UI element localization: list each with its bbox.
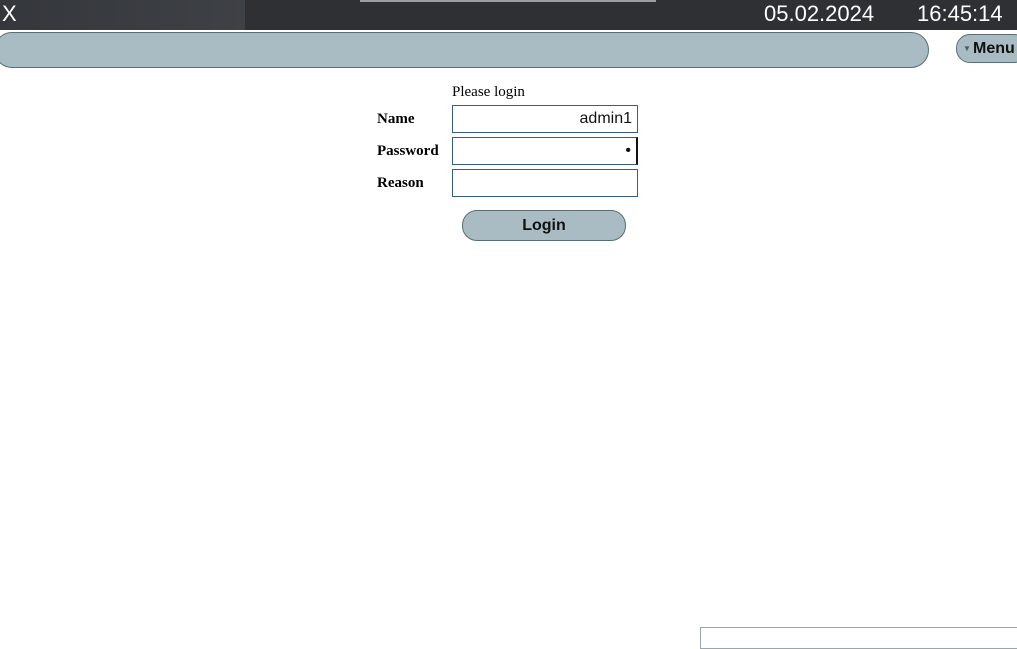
password-label: Password [377,143,439,159]
name-label: Name [377,111,415,127]
menu-button[interactable]: ▼ Menu [956,34,1017,63]
password-input[interactable]: • [452,137,638,165]
menu-button-label: Menu [973,40,1015,57]
bottom-panel [700,627,1017,649]
reason-input[interactable] [452,169,638,197]
date-display: 05.02.2024 [764,1,875,26]
header-bar [0,32,929,68]
topbar-segment [0,0,245,30]
login-prompt: Please login [452,84,525,100]
topbar-indicator [360,0,656,2]
close-icon[interactable]: X [2,2,20,26]
login-button[interactable]: Login [462,210,626,241]
reason-label: Reason [377,175,424,191]
caret-down-icon: ▼ [963,44,971,53]
name-input[interactable]: admin1 [452,105,638,133]
top-status-bar: X 05.02.2024 16:45:14 [0,0,1017,30]
time-display: 16:45:14 [917,1,1003,26]
